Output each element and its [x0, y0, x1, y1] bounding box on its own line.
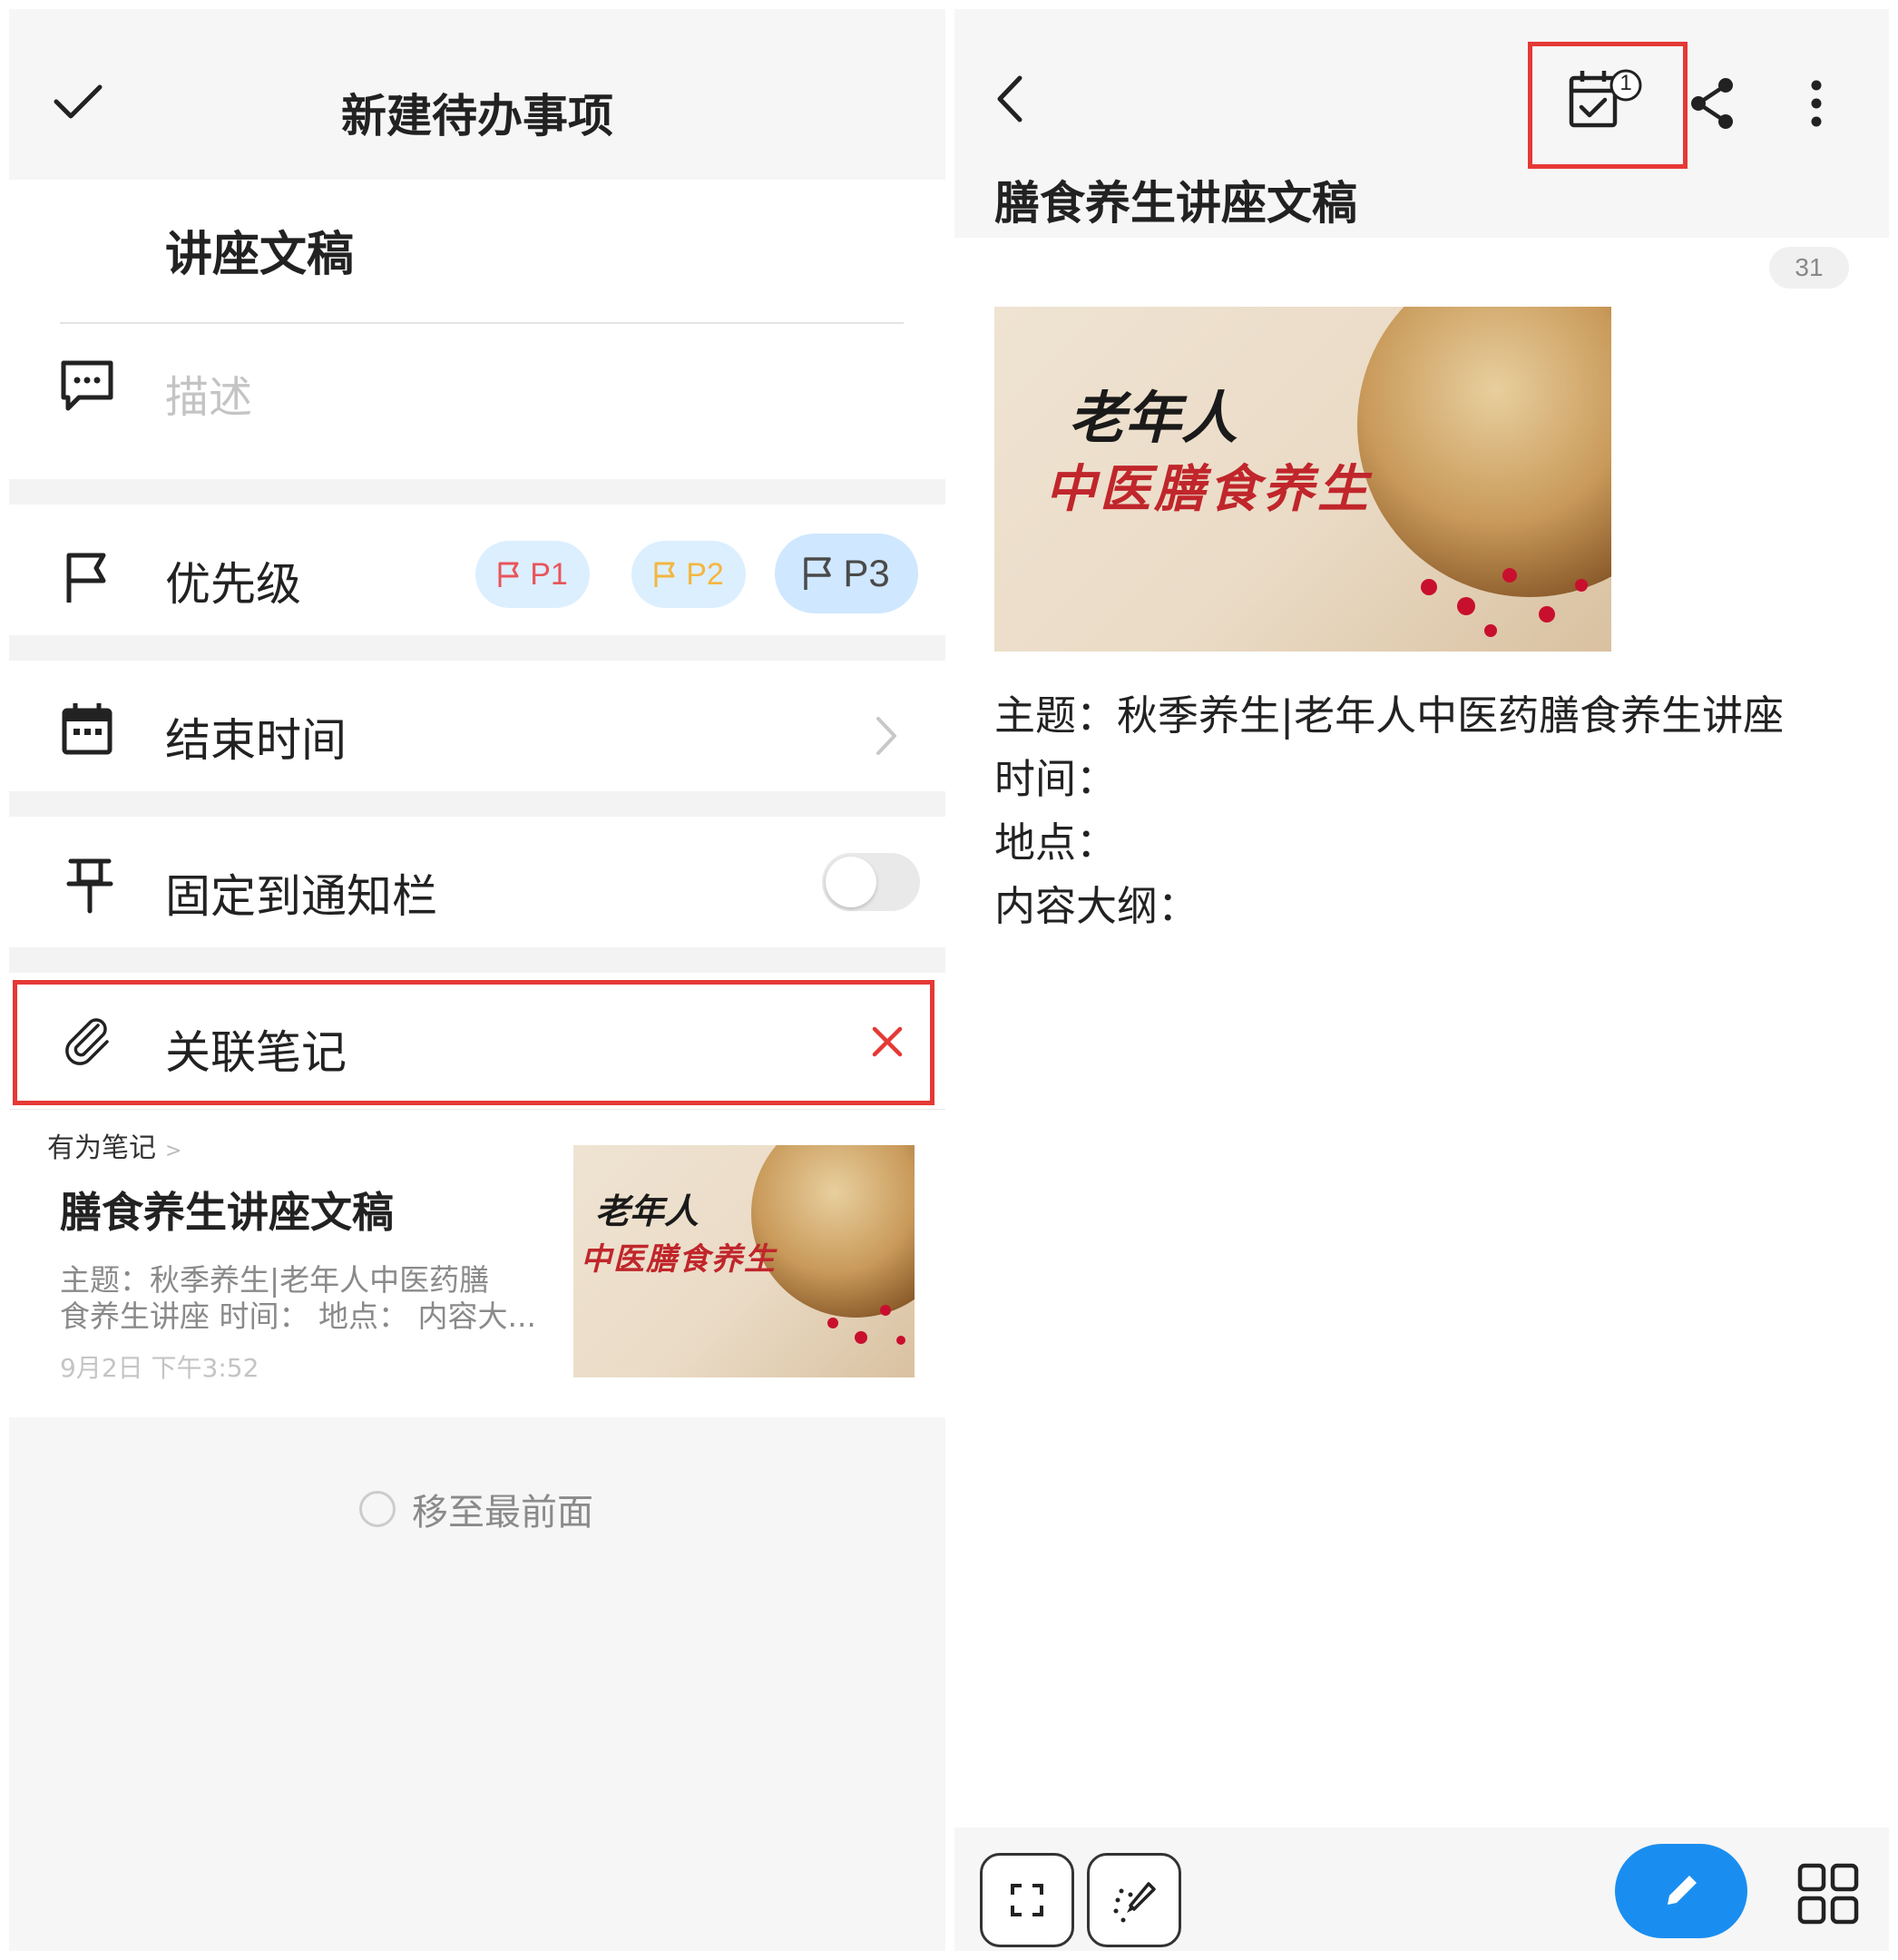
pin-icon	[65, 857, 114, 915]
move-to-front-option[interactable]: 移至最前面	[359, 1483, 593, 1535]
task-title-input[interactable]: 讲座文稿	[165, 216, 354, 284]
end-time-label[interactable]: 结束时间	[165, 704, 347, 769]
image-text-2: 中医膳食养生	[1045, 459, 1372, 519]
flag-icon	[804, 557, 832, 590]
thumbnail-text-1: 老年人	[595, 1191, 700, 1231]
edit-button[interactable]	[1615, 1844, 1747, 1938]
note-line-time: 时间：	[994, 755, 1118, 803]
pin-toggle[interactable]	[822, 853, 920, 911]
note-line-topic: 主题：秋季养生|老年人中医药膳食养生讲座	[994, 691, 1785, 740]
char-count-badge: 31	[1769, 247, 1849, 289]
chevron-right-icon[interactable]	[873, 715, 900, 757]
divider	[60, 322, 904, 324]
priority-p3-label: P3	[843, 552, 890, 594]
priority-label: 优先级	[165, 558, 301, 611]
thumbnail-text-2: 中医膳食养生	[581, 1241, 777, 1278]
edit-icon	[1668, 1876, 1697, 1905]
highlight-linked-note	[13, 980, 934, 1105]
priority-p2-button[interactable]: P2	[631, 541, 746, 608]
calendar-icon	[60, 701, 114, 757]
fullscreen-icon	[1011, 1884, 1043, 1916]
back-icon[interactable]	[994, 74, 1025, 123]
priority-p1-label: P1	[530, 556, 568, 592]
page-title: 新建待办事项	[341, 90, 613, 142]
priority-p1-button[interactable]: P1	[475, 541, 590, 608]
note-line-outline: 内容大纲：	[994, 882, 1199, 930]
panel-divider	[945, 0, 954, 1960]
comment-icon	[59, 358, 115, 413]
radio-circle[interactable]	[359, 1491, 396, 1527]
flag-icon	[64, 550, 111, 604]
magic-brush-icon	[1113, 1882, 1156, 1923]
note-source-label: 有为笔记	[47, 1132, 156, 1164]
magic-brush-button[interactable]	[1087, 1853, 1181, 1947]
more-icon[interactable]	[1807, 78, 1825, 129]
linked-note-card[interactable]: 有为笔记 > 膳食养生讲座文稿 主题：秋季养生|老年人中医药膳 食养生讲座 时间：…	[9, 1111, 945, 1405]
move-to-front-label: 移至最前面	[412, 1492, 593, 1534]
flag-icon	[498, 562, 519, 587]
section-gap	[9, 635, 945, 661]
chevron-right-icon: >	[165, 1140, 182, 1162]
section-gap	[9, 791, 945, 817]
todo-editor-panel: 新建待办事项 讲座文稿 描述 优先级 P1 P2 P3 结束时间 固定到通知栏	[9, 9, 945, 1951]
note-thumbnail: 老年人 中医膳食养生	[573, 1145, 915, 1377]
section-gap	[9, 947, 945, 973]
note-title[interactable]: 膳食养生讲座文稿	[994, 167, 1357, 232]
flag-icon	[654, 562, 675, 587]
priority-p2-label: P2	[686, 556, 724, 592]
highlight-todo-icon	[1528, 42, 1688, 169]
divider	[9, 1109, 945, 1110]
description-input[interactable]: 描述	[165, 361, 252, 425]
toggle-knob	[826, 857, 876, 907]
note-image[interactable]: 老年人 中医膳食养生	[994, 307, 1611, 652]
note-body[interactable]: 主题：秋季养生|老年人中医药膳食养生讲座 时间： 地点： 内容大纲：	[994, 684, 1784, 938]
image-text-1: 老年人	[1069, 385, 1238, 451]
note-snippet-line2: 食养生讲座 时间： 地点： 内容大...	[60, 1298, 536, 1334]
priority-p3-button[interactable]: P3	[775, 534, 918, 613]
note-date: 9月2日 下午3:52	[60, 1353, 259, 1383]
fullscreen-button[interactable]	[980, 1853, 1074, 1947]
pin-label: 固定到通知栏	[165, 870, 437, 923]
share-icon[interactable]	[1688, 76, 1738, 131]
grid-icon[interactable]	[1796, 1862, 1860, 1926]
note-view-panel: 1 膳食养生讲座文稿 31 老年人 中医膳食养生 主题：秋季养生|老年人中医药膳…	[954, 9, 1889, 1951]
note-title: 膳食养生讲座文稿	[60, 1188, 394, 1237]
note-source: 有为笔记 >	[47, 1125, 181, 1165]
note-line-place: 地点：	[994, 818, 1118, 867]
section-gap	[9, 479, 945, 505]
